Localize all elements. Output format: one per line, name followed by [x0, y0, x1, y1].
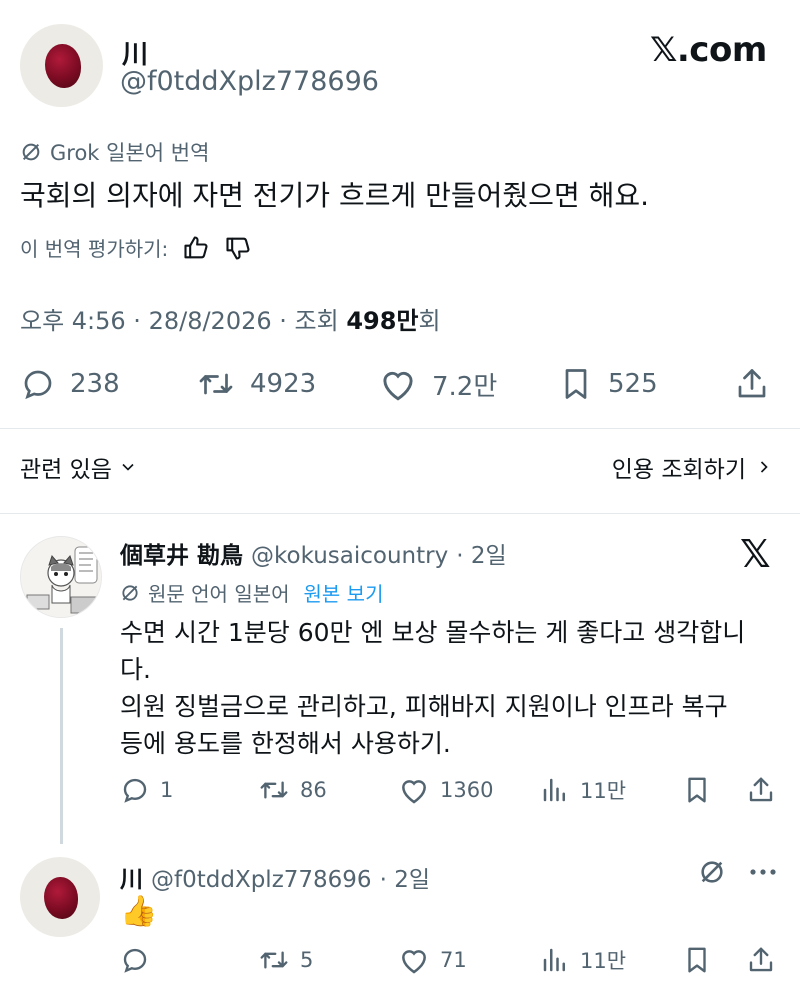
reply-text-line: 수면 시간 1분당 60만 엔 보상 몰수하는 게 좋다고 생각합니 [120, 618, 746, 647]
reply-icon [120, 945, 150, 975]
grok-icon[interactable] [698, 858, 726, 886]
x-logo: 𝕏.com [650, 30, 767, 70]
bookmark-icon [682, 775, 712, 805]
like-button[interactable]: 71 [398, 944, 467, 976]
reply-author-name[interactable]: 個草井 勘鳥 [120, 536, 243, 570]
grok-icon [120, 583, 140, 603]
reply-button[interactable]: 238 [20, 365, 120, 403]
tweet-meta: 오후 4:56 · 28/8/2026 · 조회 498만회 [20, 301, 441, 336]
thumbs-up-icon[interactable] [182, 234, 210, 262]
bookmark-button[interactable]: 525 [558, 365, 658, 403]
like-count: 71 [440, 948, 467, 972]
reply-button[interactable] [120, 944, 150, 976]
analytics-icon [540, 775, 570, 805]
reply-text-line: 의원 징벌금으로 관리하고, 피해바지 지원이나 인프라 복구 [120, 692, 728, 721]
bookmark-icon [558, 366, 594, 402]
rate-label: 이 번역 평가하기: [20, 237, 169, 261]
bookmark-button[interactable] [682, 774, 712, 806]
retweet-button[interactable]: 5 [258, 944, 313, 976]
tweet-text: 국회의 의자에 자면 전기가 흐르게 만들어줬으면 해요. [20, 179, 650, 212]
view-quotes-link[interactable]: 인용 조회하기 [612, 450, 774, 484]
reply-time[interactable]: · 2일 [380, 860, 430, 894]
retweet-icon [258, 945, 290, 975]
heart-icon [398, 945, 430, 975]
divider [0, 513, 800, 514]
share-button[interactable] [734, 365, 770, 403]
view-original-link[interactable]: 원본 보기 [304, 578, 384, 607]
retweet-count: 86 [300, 778, 327, 802]
reply-avatar[interactable] [20, 536, 102, 618]
reply-icon [20, 366, 56, 402]
reply-count: 1 [160, 778, 174, 802]
retweet-icon [258, 775, 290, 805]
chevron-right-icon [754, 457, 774, 477]
share-button[interactable] [746, 944, 776, 976]
reply-text-line: 다. [120, 655, 151, 684]
bookmark-button[interactable] [682, 944, 712, 976]
chevron-down-icon [118, 457, 138, 477]
reply-button[interactable]: 1 [120, 774, 173, 806]
x-icon: 𝕏 [740, 532, 771, 576]
share-icon [734, 366, 770, 402]
reply-text-line: 등에 용도를 한정해서 사용하기. [120, 729, 451, 758]
retweet-button[interactable]: 86 [258, 774, 327, 806]
views-button[interactable]: 11만 [540, 774, 626, 806]
bookmark-count: 525 [608, 369, 658, 399]
thumbs-down-icon[interactable] [224, 234, 252, 262]
share-button[interactable] [746, 774, 776, 806]
view-quotes-label: 인용 조회하기 [611, 457, 746, 483]
share-icon [746, 945, 776, 975]
retweet-icon [196, 366, 236, 402]
retweet-count: 4923 [250, 369, 317, 399]
reply-author-handle[interactable]: @f0tddXplz778696 [151, 867, 372, 893]
bookmark-icon [682, 945, 712, 975]
reply-count: 238 [70, 369, 120, 399]
reply-time[interactable]: · 2일 [456, 536, 506, 570]
thread-line [60, 628, 63, 844]
translation-text: Grok 일본어 번역 [50, 141, 210, 165]
author-handle[interactable]: @f0tddXplz778696 [120, 66, 379, 97]
reply-avatar[interactable] [20, 857, 100, 937]
divider [0, 428, 800, 429]
analytics-icon [540, 945, 570, 975]
rate-translation: 이 번역 평가하기: [20, 233, 252, 262]
like-count: 1360 [440, 778, 494, 802]
views-count: 11만 [580, 949, 627, 973]
reply-text: 👍 [120, 894, 158, 929]
original-language-label: 원문 언어 일본어 [148, 582, 290, 606]
like-button[interactable]: 1360 [398, 774, 493, 806]
original-language-row: 원문 언어 일본어 원본 보기 [120, 578, 383, 607]
reply-text: 수면 시간 1분당 60만 엔 보상 몰수하는 게 좋다고 생각합니 다. 의원… [120, 614, 780, 762]
related-label: 관련 있음 [20, 457, 112, 483]
tweet-timestamp: 오후 4:56 · 28/8/2026 · 조회 [20, 307, 339, 335]
reply-header: 個草井 勘鳥 @kokusaicountry · 2일 [120, 536, 507, 570]
reply-author-handle[interactable]: @kokusaicountry [251, 543, 448, 569]
more-options-icon[interactable] [748, 862, 778, 882]
reply-icon [120, 775, 150, 805]
heart-icon [398, 775, 430, 805]
share-icon [746, 775, 776, 805]
view-suffix: 회 [418, 307, 441, 335]
reply-header: 川 @f0tddXplz778696 · 2일 [120, 860, 430, 894]
translation-label: Grok 일본어 번역 [20, 137, 209, 167]
like-count: 7.2만 [432, 371, 498, 402]
related-dropdown[interactable]: 관련 있음 [20, 450, 138, 484]
like-button[interactable]: 7.2만 [378, 365, 497, 403]
retweet-count: 5 [300, 948, 314, 972]
grok-icon [20, 141, 42, 163]
reply-author-name[interactable]: 川 [120, 860, 143, 894]
retweet-button[interactable]: 4923 [196, 365, 316, 403]
view-count: 498만 [346, 307, 419, 335]
heart-icon [378, 366, 418, 402]
views-button[interactable]: 11만 [540, 944, 626, 976]
views-count: 11만 [580, 779, 627, 803]
author-avatar[interactable] [20, 24, 103, 107]
